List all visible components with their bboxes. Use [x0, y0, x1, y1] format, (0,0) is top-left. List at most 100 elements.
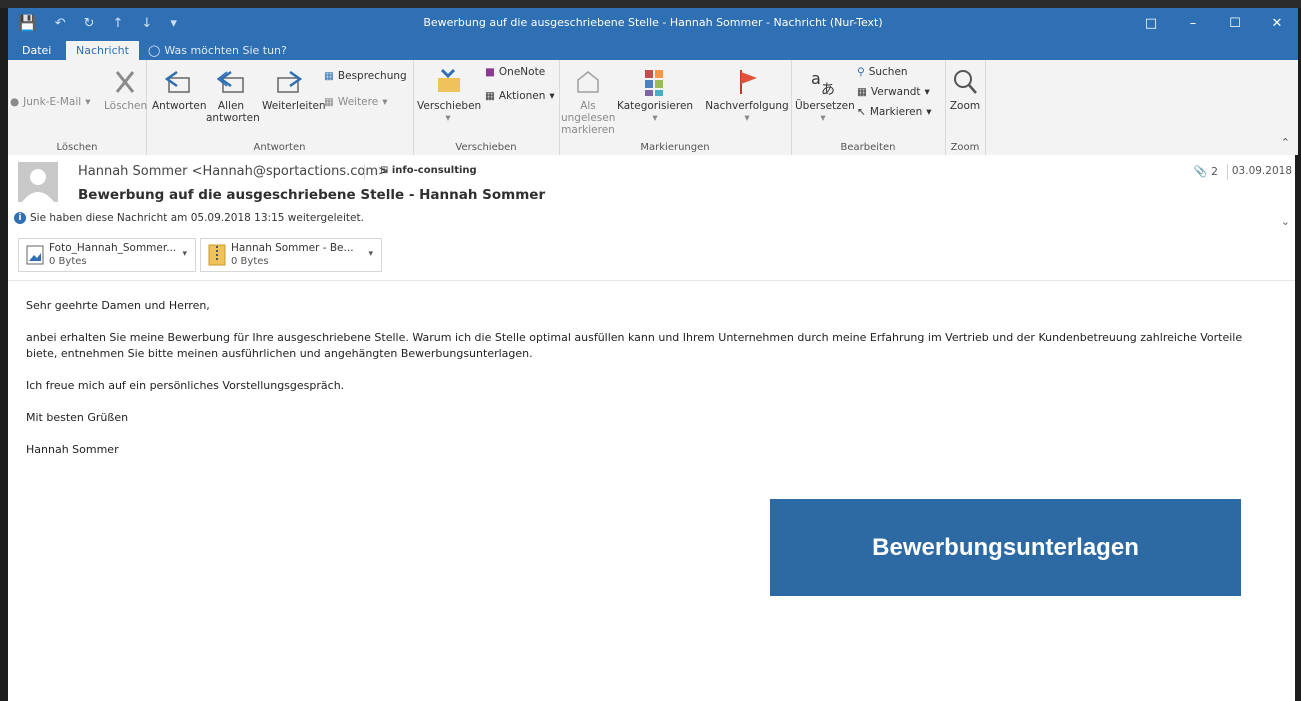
- message-body: Sehr geehrte Damen und Herren, anbei erh…: [26, 298, 1276, 474]
- delete-button[interactable]: Löschen: [104, 66, 147, 112]
- related-button[interactable]: ▦ Verwandt ▾: [857, 86, 930, 98]
- tell-me-label: Was möchten Sie tun?: [164, 44, 287, 57]
- categorize-button[interactable]: Kategorisieren ▾: [617, 66, 693, 124]
- ribbon: ● Junk-E-Mail ▾ Löschen Löschen Antworte…: [8, 60, 1298, 156]
- divider: [364, 165, 365, 179]
- info-icon: i: [14, 212, 26, 224]
- forward-icon: [277, 70, 303, 93]
- message-subject: Bewerbung auf die ausgeschriebene Stelle…: [78, 187, 546, 203]
- attachment-photo[interactable]: Foto_Hannah_Sommer... 0 Bytes ▾: [18, 238, 196, 272]
- chevron-down-icon: ▾: [820, 112, 826, 124]
- reply-all-button[interactable]: Allen antworten: [206, 66, 260, 124]
- chevron-down-icon: ▾: [549, 90, 555, 102]
- body-paragraph: Ich freue mich auf ein persönliches Vors…: [26, 379, 345, 392]
- attachment-zip[interactable]: Hannah Sommer - Be... 0 Bytes ▾: [200, 238, 382, 272]
- group-loeschen: ● Junk-E-Mail ▾ Löschen Löschen: [8, 60, 147, 155]
- translate-icon: aあ: [811, 69, 835, 98]
- top-strip: [0, 0, 1301, 8]
- categorize-icon: [645, 70, 663, 96]
- tab-nachricht[interactable]: Nachricht: [66, 41, 139, 60]
- meeting-button[interactable]: ▦ Besprechung: [324, 70, 407, 82]
- group-bearbeiten: aあ Übersetzen ▾ ⚲ Suchen ▦ Verwandt ▾ ↖ …: [791, 60, 946, 155]
- image-file-icon: [26, 245, 44, 265]
- calendar-icon: ▦: [324, 70, 334, 82]
- chevron-down-icon[interactable]: ▾: [182, 249, 187, 259]
- tell-me-box[interactable]: ◯ Was möchten Sie tun?: [148, 41, 287, 60]
- group-label-loeschen: Löschen: [56, 142, 98, 153]
- select-button[interactable]: ↖ Markieren ▾: [857, 106, 932, 118]
- onenote-button[interactable]: ■ OneNote: [485, 66, 545, 78]
- ribbon-tabs: Datei Nachricht ◯ Was möchten Sie tun?: [8, 38, 1298, 60]
- zip-file-icon: [208, 244, 226, 266]
- forward-button[interactable]: Weiterleiten: [262, 66, 326, 112]
- svg-text:a: a: [811, 69, 821, 88]
- window-controls: □ – ☐ ✕: [1130, 8, 1298, 38]
- group-markierungen: Als ungelesen markieren Kategorisieren ▾…: [559, 60, 792, 155]
- folder-label[interactable]: ⊞ info-consulting: [380, 165, 477, 176]
- body-paragraph: Hannah Sommer: [26, 443, 119, 456]
- paperclip-icon: 📎: [1193, 165, 1208, 178]
- group-label-markierungen: Markierungen: [640, 142, 710, 153]
- search-icon: ⚲: [857, 66, 865, 78]
- followup-button[interactable]: Nachverfolgung ▾: [705, 66, 789, 124]
- body-paragraph: Sehr geehrte Damen und Herren,: [26, 299, 210, 312]
- maximize-icon[interactable]: ☐: [1214, 8, 1256, 38]
- more-icon: ▦: [324, 96, 334, 108]
- group-label-verschieben: Verschieben: [455, 142, 517, 153]
- search-button[interactable]: ⚲ Suchen: [857, 66, 908, 78]
- screen-frame: 💾 ↶ ↻ ↑ ↓ ▾ Bewerbung auf die ausgeschri…: [0, 0, 1301, 701]
- actions-button[interactable]: ▦ Aktionen ▾: [485, 90, 555, 102]
- chevron-down-icon: ▾: [924, 86, 930, 98]
- window-edge: [1295, 155, 1298, 701]
- chevron-down-icon[interactable]: ⌄: [1281, 215, 1290, 228]
- zoom-button[interactable]: Zoom: [947, 66, 983, 112]
- person-icon: [22, 169, 54, 202]
- message-header: Hannah Sommer <Hannah@sportactions.com> …: [8, 155, 1298, 232]
- chevron-down-icon: ▾: [744, 112, 750, 124]
- group-verschieben: Verschieben ▾ ■ OneNote ▦ Aktionen ▾ Ver…: [413, 60, 560, 155]
- minimize-icon[interactable]: –: [1172, 8, 1214, 38]
- sender[interactable]: Hannah Sommer <Hannah@sportactions.com>: [78, 164, 389, 179]
- chevron-down-icon: ▾: [926, 106, 932, 118]
- related-icon: ▦: [857, 86, 867, 98]
- group-antworten: Antworten Allen antworten Weiterleiten ▦…: [146, 60, 414, 155]
- delete-icon: [115, 71, 135, 93]
- group-zoom: Zoom Zoom: [945, 60, 986, 155]
- collapse-ribbon-icon[interactable]: ⌃: [1281, 136, 1290, 149]
- info-bar[interactable]: i Sie haben diese Nachricht am 05.09.201…: [14, 212, 364, 224]
- group-label-antworten: Antworten: [253, 142, 306, 153]
- translate-button[interactable]: aあ Übersetzen ▾: [795, 66, 855, 124]
- reply-button[interactable]: Antworten: [152, 66, 207, 112]
- expand-icon: ⊞: [380, 165, 389, 176]
- junk-button[interactable]: ● Junk-E-Mail ▾: [10, 96, 90, 108]
- zoom-icon: [954, 70, 977, 94]
- actions-icon: ▦: [485, 90, 495, 102]
- reply-all-icon: [216, 70, 244, 93]
- outlook-message-window: 💾 ↶ ↻ ↑ ↓ ▾ Bewerbung auf die ausgeschri…: [8, 8, 1298, 701]
- window-title: Bewerbung auf die ausgeschriebene Stelle…: [423, 16, 883, 29]
- mark-unread-button[interactable]: Als ungelesen markieren: [561, 66, 615, 136]
- more-respond-button[interactable]: ▦ Weitere ▾: [324, 96, 387, 108]
- lightbulb-icon: ◯: [148, 44, 161, 57]
- svg-text:あ: あ: [821, 82, 835, 98]
- chevron-down-icon: ▾: [445, 112, 451, 124]
- ribbon-display-options-icon[interactable]: □: [1130, 8, 1172, 38]
- chevron-down-icon: ▾: [382, 96, 388, 108]
- flag-icon: [740, 70, 757, 94]
- bewerbungsunterlagen-banner: Bewerbungsunterlagen: [770, 499, 1241, 596]
- attachment-count: 📎 2: [1193, 165, 1218, 178]
- body-paragraph: anbei erhalten Sie meine Bewerbung für I…: [26, 331, 1243, 360]
- chevron-down-icon: ▾: [85, 96, 91, 108]
- avatar: [18, 162, 58, 202]
- message-date: 03.09.2018: [1231, 165, 1292, 177]
- divider: [1227, 164, 1228, 180]
- junk-icon: ●: [10, 96, 20, 108]
- group-label-bearbeiten: Bearbeiten: [840, 142, 896, 153]
- tab-datei[interactable]: Datei: [12, 41, 61, 60]
- close-icon[interactable]: ✕: [1256, 8, 1298, 38]
- onenote-icon: ■: [485, 66, 495, 78]
- reply-icon: [164, 70, 190, 93]
- cursor-icon: ↖: [857, 106, 866, 118]
- move-button[interactable]: Verschieben ▾: [417, 66, 481, 124]
- chevron-down-icon[interactable]: ▾: [368, 249, 373, 259]
